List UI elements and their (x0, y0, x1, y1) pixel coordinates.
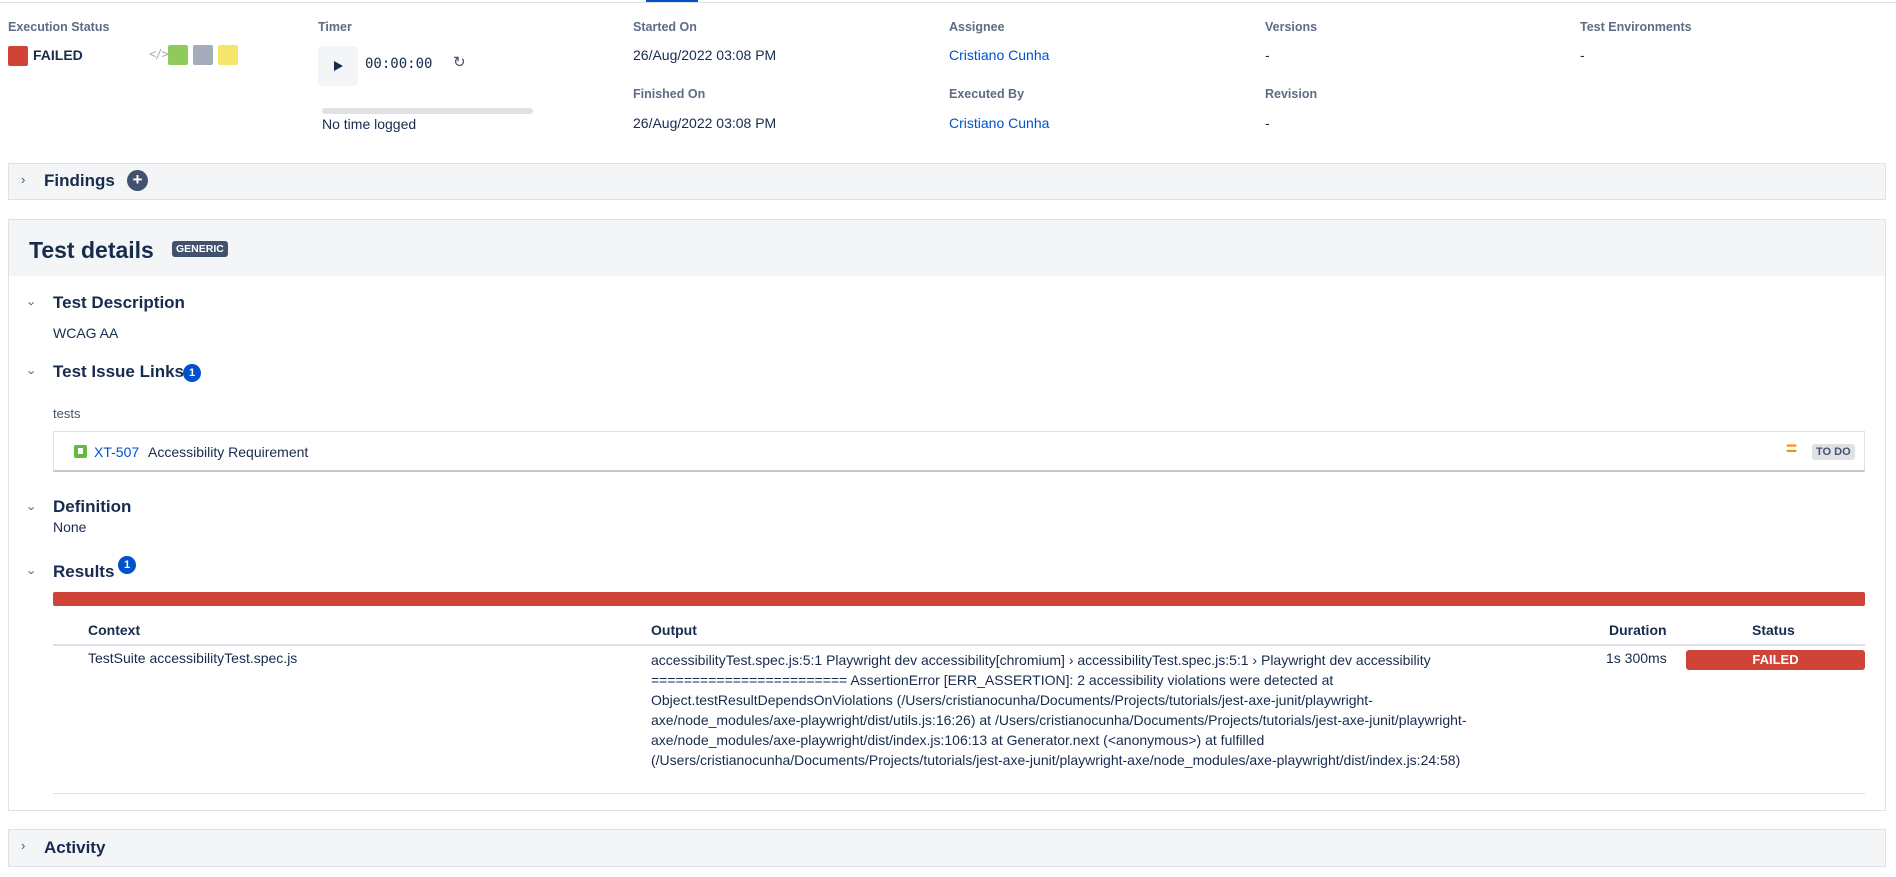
chevron-down-icon[interactable]: › (25, 301, 40, 305)
findings-panel[interactable] (8, 163, 1886, 200)
play-icon (334, 61, 343, 71)
versions-value: - (1265, 47, 1270, 63)
test-details-header: Test details GENERIC (9, 220, 1885, 276)
test-description-text: WCAG AA (53, 325, 119, 341)
column-header-status[interactable]: Status (1752, 622, 1795, 638)
result-status-badge: FAILED (1686, 650, 1865, 670)
table-header-divider (53, 644, 1865, 646)
execution-status-label: Execution Status (8, 20, 110, 34)
executed-by-label: Executed By (949, 87, 1025, 101)
started-on-label: Started On (633, 20, 697, 34)
findings-title[interactable]: Findings (44, 171, 115, 191)
definition-title[interactable]: Definition (53, 497, 131, 517)
priority-medium-icon: = (1786, 439, 1798, 460)
column-header-output[interactable]: Output (651, 622, 697, 638)
column-header-duration[interactable]: Duration (1609, 622, 1667, 638)
table-row-divider (53, 793, 1865, 794)
test-description-title[interactable]: Test Description (53, 293, 185, 313)
revision-value: - (1265, 115, 1270, 131)
no-time-logged-text: No time logged (322, 116, 417, 132)
chevron-down-icon[interactable]: › (25, 506, 40, 510)
quick-status-pass-button[interactable] (168, 45, 188, 65)
chevron-down-icon[interactable]: › (25, 370, 40, 374)
result-duration: 1s 300ms (1606, 650, 1667, 666)
result-output: accessibilityTest.spec.js:5:1 Playwright… (651, 652, 1467, 768)
story-icon (74, 445, 87, 458)
issue-key-link[interactable]: XT-507 (94, 444, 139, 460)
quick-status-executing-button[interactable] (218, 45, 238, 65)
result-context: TestSuite accessibilityTest.spec.js (88, 650, 298, 666)
active-tab-indicator (646, 0, 698, 2)
finished-on-label: Finished On (633, 87, 706, 101)
revision-label: Revision (1265, 87, 1318, 101)
column-header-context[interactable]: Context (88, 622, 140, 638)
test-issue-links-title[interactable]: Test Issue Links (53, 362, 184, 382)
assignee-label: Assignee (949, 20, 1005, 34)
issue-status-badge: TO DO (1812, 444, 1855, 460)
issue-links-count-badge: 1 (183, 364, 201, 382)
finished-on-value: 26/Aug/2022 03:08 PM (633, 115, 777, 131)
top-divider (0, 2, 1896, 3)
test-details-title: Test details (29, 237, 154, 263)
definition-text: None (53, 519, 87, 535)
chevron-right-icon[interactable]: › (21, 838, 25, 853)
timer-label: Timer (318, 20, 352, 34)
results-count-badge: 1 (118, 556, 136, 574)
assignee-link[interactable]: Cristiano Cunha (949, 47, 1049, 63)
started-on-value: 26/Aug/2022 03:08 PM (633, 47, 777, 63)
time-progress-bar (322, 108, 533, 114)
activity-title[interactable]: Activity (44, 838, 105, 858)
issue-summary: Accessibility Requirement (148, 444, 309, 460)
status-color-indicator (8, 46, 28, 66)
code-icon[interactable]: </> (149, 47, 169, 61)
timer-play-button[interactable] (318, 46, 358, 86)
timer-value: 00:00:00 (365, 56, 433, 72)
results-title[interactable]: Results (53, 562, 114, 582)
execution-status-select[interactable]: FAILED (33, 47, 83, 63)
test-environments-value: - (1580, 47, 1585, 63)
executed-by-link[interactable]: Cristiano Cunha (949, 115, 1049, 131)
issue-link-row[interactable]: XT-507 Accessibility Requirement = TO DO (53, 431, 1865, 472)
issue-link-relation: tests (53, 406, 81, 421)
chevron-right-icon[interactable]: › (21, 172, 25, 187)
add-finding-icon[interactable]: + (127, 170, 148, 191)
test-environments-label: Test Environments (1580, 20, 1692, 34)
results-status-bar (53, 592, 1865, 606)
test-type-badge: GENERIC (172, 241, 228, 257)
quick-status-todo-button[interactable] (193, 45, 213, 65)
timer-reset-icon[interactable]: ↻ (453, 53, 466, 71)
versions-label: Versions (1265, 20, 1318, 34)
chevron-down-icon[interactable]: › (25, 570, 40, 574)
activity-panel[interactable] (8, 829, 1886, 867)
